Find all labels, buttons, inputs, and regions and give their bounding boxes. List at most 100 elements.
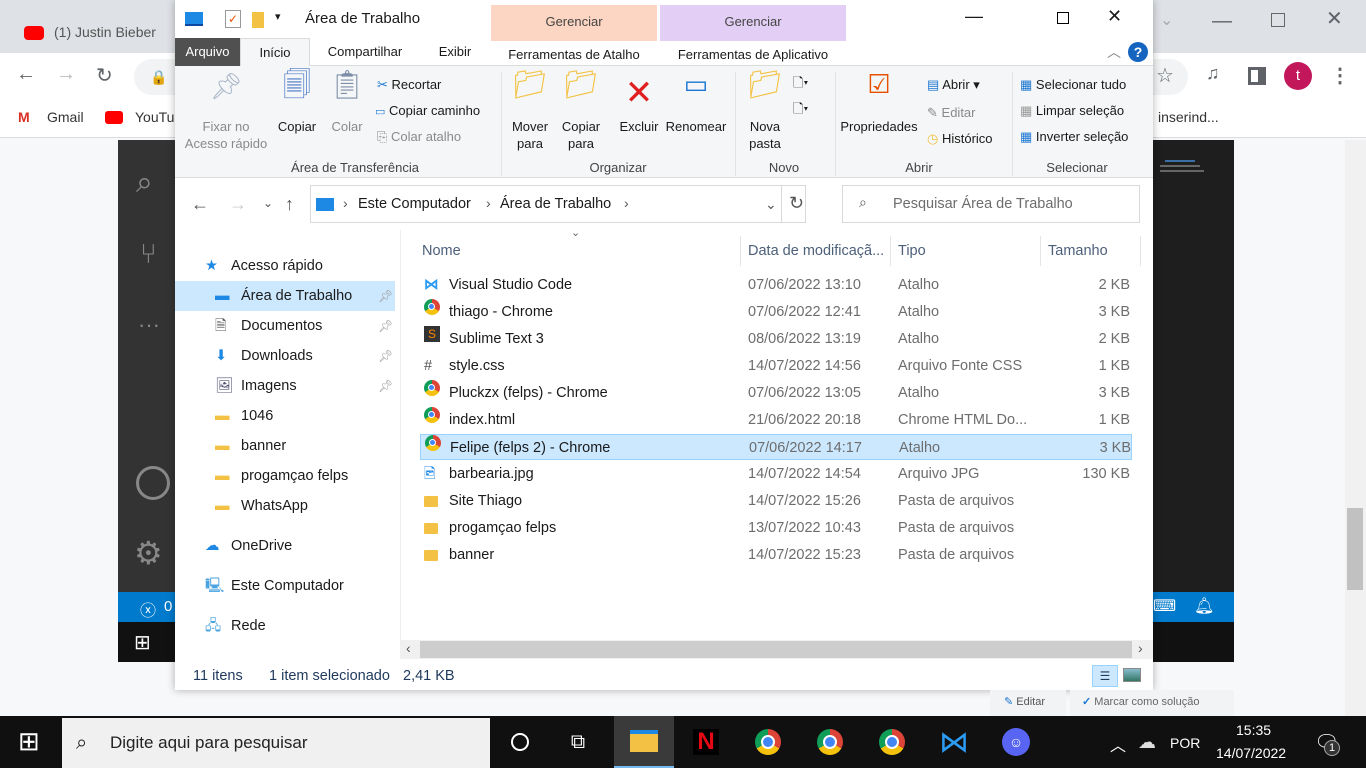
error-icon[interactable]: ⓧ: [140, 597, 156, 621]
search-icon[interactable]: ⌕: [136, 166, 153, 200]
forward-icon[interactable]: →: [229, 194, 247, 215]
new-folder-button[interactable]: 📁︎ Nova pasta: [741, 71, 789, 152]
scroll-right-icon[interactable]: ›: [1138, 640, 1143, 656]
maximize-icon[interactable]: [1271, 13, 1285, 27]
mark-solution-button[interactable]: ✓ Marcar como solução: [1070, 690, 1234, 716]
column-header-name[interactable]: Nome: [415, 236, 741, 266]
file-row[interactable]: Pluckzx (felps) - Chrome 07/06/2022 13:0…: [420, 380, 1132, 406]
file-row[interactable]: 🖻 barbearia.jpg 14/07/2022 14:54 Arquivo…: [420, 461, 1132, 487]
back-icon[interactable]: ←: [191, 194, 209, 215]
language-indicator[interactable]: POR: [1170, 735, 1200, 751]
nav-item[interactable]: 🖳 Este Computador: [175, 571, 395, 601]
task-view-button[interactable]: ⧉: [548, 716, 608, 768]
column-header-date[interactable]: Data de modificaçã...: [741, 236, 891, 266]
paste-button[interactable]: 📋︎ Colar: [325, 71, 369, 135]
pin-icon[interactable]: 📌︎: [378, 311, 393, 341]
file-row[interactable]: index.html 21/06/2022 20:18 Chrome HTML …: [420, 407, 1132, 433]
gear-icon[interactable]: ⚙: [134, 534, 163, 572]
feedback-icon[interactable]: ⌨: [1153, 596, 1176, 616]
move-to-button[interactable]: 📁︎ Mover para: [505, 71, 555, 152]
nav-item[interactable]: ▬ banner: [175, 431, 395, 461]
minimize-icon[interactable]: —: [965, 6, 983, 27]
reload-icon[interactable]: ↻: [96, 63, 113, 88]
close-icon[interactable]: ✕: [1326, 6, 1343, 31]
column-header-type[interactable]: Tipo: [891, 236, 1041, 266]
forward-icon[interactable]: →: [56, 63, 76, 86]
file-row[interactable]: thiago - Chrome 07/06/2022 12:41 Atalho …: [420, 299, 1132, 325]
close-icon[interactable]: ✕: [1107, 6, 1122, 27]
nav-item[interactable]: ☁ OneDrive: [175, 531, 395, 561]
nav-item[interactable]: ★ Acesso rápido: [175, 251, 395, 281]
address-bar[interactable]: › Este Computador › Área de Trabalho › ⌄…: [310, 185, 806, 223]
nav-item[interactable]: ▬ 1046: [175, 401, 395, 431]
tab-exibir[interactable]: Exibir: [425, 38, 485, 66]
taskbar-chrome-3[interactable]: [862, 716, 922, 768]
copy-path-button[interactable]: ▭ Copiar caminho: [375, 102, 480, 121]
breadcrumb-area-de-trabalho[interactable]: Área de Trabalho: [500, 196, 611, 212]
copy-button[interactable]: 🗐 Copiar: [273, 71, 321, 135]
nav-item[interactable]: ⬇ Downloads 📌︎: [175, 341, 395, 371]
new-item-icon[interactable]: 🗋▾: [793, 74, 808, 96]
taskbar-search[interactable]: ⌕ Digite aqui para pesquisar: [62, 718, 490, 768]
up-icon[interactable]: ↑: [285, 194, 294, 215]
star-icon[interactable]: ☆: [1156, 63, 1174, 88]
file-row[interactable]: # style.css 14/07/2022 14:56 Arquivo Fon…: [420, 353, 1132, 379]
page-scrollbar[interactable]: [1345, 140, 1366, 716]
pin-icon[interactable]: 📌︎: [378, 281, 393, 311]
scroll-left-icon[interactable]: ‹: [406, 640, 411, 656]
edit-button[interactable]: ✎ Editar: [927, 104, 976, 121]
notification-center-button[interactable]: 🗨︎ 1: [1314, 730, 1340, 756]
tab-compartilhar[interactable]: Compartilhar: [315, 38, 415, 66]
details-view-button[interactable]: ☰: [1092, 665, 1118, 687]
paste-shortcut-button[interactable]: ⎘ Colar atalho: [377, 128, 461, 145]
taskbar-netflix[interactable]: N: [676, 716, 736, 768]
menu-icon[interactable]: ⋮: [1330, 63, 1350, 88]
file-row[interactable]: Felipe (felps 2) - Chrome 07/06/2022 14:…: [420, 434, 1132, 460]
refresh-icon[interactable]: ↻: [789, 193, 804, 214]
horizontal-scrollbar[interactable]: ‹ ›: [400, 640, 1153, 659]
rename-button[interactable]: ▭ Renomear: [663, 71, 729, 135]
nav-item[interactable]: ▬ progamçao felps: [175, 461, 395, 491]
media-icon[interactable]: ♫: [1206, 63, 1220, 84]
clear-selection-button[interactable]: ▦ Limpar seleção: [1020, 102, 1124, 119]
tab-ferramentas-atalho[interactable]: Ferramentas de Atalho: [491, 38, 657, 66]
collapse-ribbon-icon[interactable]: ︿: [1107, 42, 1121, 62]
file-row[interactable]: progamçao felps 13/07/2022 10:43 Pasta d…: [420, 515, 1132, 541]
task-view-cortana-button[interactable]: [490, 716, 550, 768]
select-all-button[interactable]: ▦ Selecionar tudo: [1020, 76, 1126, 93]
file-row[interactable]: Site Thiago 14/07/2022 15:26 Pasta de ar…: [420, 488, 1132, 514]
bookmark-inserind[interactable]: inserind...: [1158, 109, 1219, 125]
taskbar-vscode[interactable]: ⋈: [924, 716, 984, 768]
onedrive-icon[interactable]: ☁: [1138, 732, 1156, 753]
taskbar-chrome-1[interactable]: [738, 716, 798, 768]
column-header-size[interactable]: Tamanho: [1041, 236, 1141, 266]
bookmark-gmail[interactable]: Gmail: [47, 109, 84, 125]
start-button[interactable]: ⊞: [18, 726, 40, 757]
file-row[interactable]: ⋈ Visual Studio Code 07/06/2022 13:10 At…: [420, 272, 1132, 298]
taskbar-discord[interactable]: ☺: [986, 716, 1046, 768]
maximize-icon[interactable]: [1057, 12, 1069, 24]
show-hidden-icons[interactable]: ︿: [1110, 732, 1126, 756]
quick-access-dropdown-icon[interactable]: ▾: [275, 10, 281, 23]
recent-dropdown-icon[interactable]: ⌄: [263, 196, 273, 210]
cut-button[interactable]: ✂ Recortar: [377, 76, 441, 93]
easy-access-icon[interactable]: 🗋▾: [793, 100, 808, 122]
back-icon[interactable]: ←: [16, 63, 36, 86]
nav-item[interactable]: 🖼︎ Imagens 📌︎: [175, 371, 395, 401]
search-input[interactable]: ⌕ Pesquisar Área de Trabalho: [842, 185, 1140, 223]
tab-ferramentas-aplicativo[interactable]: Ferramentas de Aplicativo: [660, 38, 846, 66]
clock-date[interactable]: 14/07/2022: [1216, 745, 1286, 761]
clock-time[interactable]: 15:35: [1236, 722, 1271, 738]
open-button[interactable]: ▤ Abrir ▾: [927, 76, 980, 93]
large-icons-view-button[interactable]: [1123, 668, 1141, 682]
avatar[interactable]: t: [1284, 62, 1312, 90]
taskbar-file-explorer[interactable]: [614, 716, 674, 768]
invert-selection-button[interactable]: ▦ Inverter seleção: [1020, 128, 1128, 145]
account-icon[interactable]: [136, 466, 170, 500]
nav-item[interactable]: 🗎 Documentos 📌︎: [175, 311, 395, 341]
more-icon[interactable]: ···: [138, 312, 160, 338]
pin-icon[interactable]: 📌︎: [378, 341, 393, 371]
scrollbar-thumb[interactable]: [420, 641, 1132, 658]
tab-arquivo[interactable]: Arquivo: [175, 38, 240, 66]
breadcrumb-este-computador[interactable]: Este Computador: [358, 196, 471, 212]
